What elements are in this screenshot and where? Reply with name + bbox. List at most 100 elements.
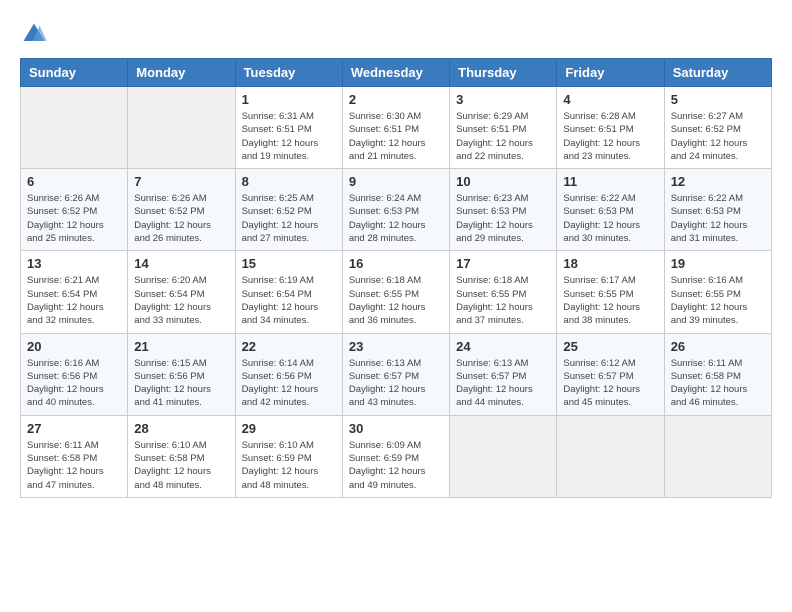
day-number: 24 [456, 339, 550, 354]
calendar-day-cell: 10Sunrise: 6:23 AM Sunset: 6:53 PM Dayli… [450, 169, 557, 251]
calendar-day-cell: 23 Sunrise: 6:13 AM Sunset: 6:57 PM Dayli… [342, 333, 449, 415]
day-info: Sunrise: 6:15 AM Sunset: 6:56 PM Dayligh… [134, 357, 228, 410]
calendar-day-cell: 7 Sunrise: 6:26 AM Sunset: 6:52 PM Daylig… [128, 169, 235, 251]
day-number: 26 [671, 339, 765, 354]
logo-icon [20, 20, 48, 48]
day-number: 7 [134, 174, 228, 189]
day-number: 13 [27, 256, 121, 271]
day-info: Sunrise: 6:17 AM Sunset: 6:55 PM Dayligh… [563, 274, 657, 327]
page-header [20, 20, 772, 48]
calendar-weekday-sunday: Sunday [21, 59, 128, 87]
day-number: 4 [563, 92, 657, 107]
calendar-day-cell: 21Sunrise: 6:15 AM Sunset: 6:56 PM Dayli… [128, 333, 235, 415]
day-info: Sunrise: 6:28 AM Sunset: 6:51 PM Dayligh… [563, 110, 657, 163]
calendar-day-cell: 22Sunrise: 6:14 AM Sunset: 6:56 PM Dayli… [235, 333, 342, 415]
day-info: Sunrise: 6:13 AM Sunset: 6:57 PM Dayligh… [456, 357, 550, 410]
calendar-day-cell: 6Sunrise: 6:26 AM Sunset: 6:52 PM Daylig… [21, 169, 128, 251]
calendar-week-row: 27 Sunrise: 6:11 AM Sunset: 6:58 PM Dayli… [21, 415, 772, 497]
day-info: Sunrise: 6:19 AM Sunset: 6:54 PM Dayligh… [242, 274, 336, 327]
calendar-day-cell: 5 Sunrise: 6:27 AM Sunset: 6:52 PM Daylig… [664, 87, 771, 169]
day-number: 14 [134, 256, 228, 271]
calendar-day-cell: 17 Sunrise: 6:18 AM Sunset: 6:55 PM Dayli… [450, 251, 557, 333]
day-number: 5 [671, 92, 765, 107]
calendar-day-cell: 28Sunrise: 6:10 AM Sunset: 6:58 PM Dayli… [128, 415, 235, 497]
calendar-day-cell: 1Sunrise: 6:31 AM Sunset: 6:51 PM Daylig… [235, 87, 342, 169]
calendar-week-row: 13 Sunrise: 6:21 AM Sunset: 6:54 PM Dayli… [21, 251, 772, 333]
day-number: 16 [349, 256, 443, 271]
calendar-header-row: SundayMondayTuesdayWednesdayThursdayFrid… [21, 59, 772, 87]
day-number: 18 [563, 256, 657, 271]
day-number: 9 [349, 174, 443, 189]
day-info: Sunrise: 6:23 AM Sunset: 6:53 PM Dayligh… [456, 192, 550, 245]
calendar-day-cell: 9 Sunrise: 6:24 AM Sunset: 6:53 PM Daylig… [342, 169, 449, 251]
day-number: 12 [671, 174, 765, 189]
day-number: 8 [242, 174, 336, 189]
calendar-day-cell: 4 Sunrise: 6:28 AM Sunset: 6:51 PM Daylig… [557, 87, 664, 169]
day-number: 11 [563, 174, 657, 189]
day-info: Sunrise: 6:25 AM Sunset: 6:52 PM Dayligh… [242, 192, 336, 245]
day-number: 17 [456, 256, 550, 271]
day-number: 2 [349, 92, 443, 107]
calendar-day-cell: 19 Sunrise: 6:16 AM Sunset: 6:55 PM Dayli… [664, 251, 771, 333]
calendar-day-cell: 2 Sunrise: 6:30 AM Sunset: 6:51 PM Daylig… [342, 87, 449, 169]
calendar-weekday-tuesday: Tuesday [235, 59, 342, 87]
day-info: Sunrise: 6:21 AM Sunset: 6:54 PM Dayligh… [27, 274, 121, 327]
calendar-weekday-thursday: Thursday [450, 59, 557, 87]
day-info: Sunrise: 6:24 AM Sunset: 6:53 PM Dayligh… [349, 192, 443, 245]
day-number: 15 [242, 256, 336, 271]
calendar-day-cell: 27 Sunrise: 6:11 AM Sunset: 6:58 PM Dayli… [21, 415, 128, 497]
calendar-day-cell: 20 Sunrise: 6:16 AM Sunset: 6:56 PM Dayli… [21, 333, 128, 415]
calendar-week-row: 6Sunrise: 6:26 AM Sunset: 6:52 PM Daylig… [21, 169, 772, 251]
calendar-day-cell [557, 415, 664, 497]
calendar-weekday-monday: Monday [128, 59, 235, 87]
day-info: Sunrise: 6:27 AM Sunset: 6:52 PM Dayligh… [671, 110, 765, 163]
day-info: Sunrise: 6:29 AM Sunset: 6:51 PM Dayligh… [456, 110, 550, 163]
day-number: 19 [671, 256, 765, 271]
day-number: 1 [242, 92, 336, 107]
day-info: Sunrise: 6:30 AM Sunset: 6:51 PM Dayligh… [349, 110, 443, 163]
day-info: Sunrise: 6:22 AM Sunset: 6:53 PM Dayligh… [563, 192, 657, 245]
day-info: Sunrise: 6:13 AM Sunset: 6:57 PM Dayligh… [349, 357, 443, 410]
day-number: 3 [456, 92, 550, 107]
calendar-day-cell: 15 Sunrise: 6:19 AM Sunset: 6:54 PM Dayli… [235, 251, 342, 333]
calendar-day-cell [128, 87, 235, 169]
logo [20, 20, 52, 48]
calendar-day-cell: 18 Sunrise: 6:17 AM Sunset: 6:55 PM Dayli… [557, 251, 664, 333]
calendar-day-cell: 24 Sunrise: 6:13 AM Sunset: 6:57 PM Dayli… [450, 333, 557, 415]
calendar-day-cell: 26 Sunrise: 6:11 AM Sunset: 6:58 PM Dayli… [664, 333, 771, 415]
calendar-weekday-friday: Friday [557, 59, 664, 87]
day-info: Sunrise: 6:22 AM Sunset: 6:53 PM Dayligh… [671, 192, 765, 245]
day-number: 27 [27, 421, 121, 436]
day-info: Sunrise: 6:11 AM Sunset: 6:58 PM Dayligh… [671, 357, 765, 410]
calendar-weekday-saturday: Saturday [664, 59, 771, 87]
calendar-day-cell: 13 Sunrise: 6:21 AM Sunset: 6:54 PM Dayli… [21, 251, 128, 333]
day-number: 23 [349, 339, 443, 354]
calendar-day-cell [450, 415, 557, 497]
day-info: Sunrise: 6:16 AM Sunset: 6:55 PM Dayligh… [671, 274, 765, 327]
day-info: Sunrise: 6:12 AM Sunset: 6:57 PM Dayligh… [563, 357, 657, 410]
day-number: 30 [349, 421, 443, 436]
calendar-week-row: 1Sunrise: 6:31 AM Sunset: 6:51 PM Daylig… [21, 87, 772, 169]
calendar-day-cell: 11 Sunrise: 6:22 AM Sunset: 6:53 PM Dayli… [557, 169, 664, 251]
calendar-table: SundayMondayTuesdayWednesdayThursdayFrid… [20, 58, 772, 498]
day-number: 25 [563, 339, 657, 354]
day-info: Sunrise: 6:11 AM Sunset: 6:58 PM Dayligh… [27, 439, 121, 492]
day-info: Sunrise: 6:09 AM Sunset: 6:59 PM Dayligh… [349, 439, 443, 492]
day-info: Sunrise: 6:18 AM Sunset: 6:55 PM Dayligh… [456, 274, 550, 327]
calendar-day-cell: 12 Sunrise: 6:22 AM Sunset: 6:53 PM Dayli… [664, 169, 771, 251]
day-number: 29 [242, 421, 336, 436]
day-info: Sunrise: 6:16 AM Sunset: 6:56 PM Dayligh… [27, 357, 121, 410]
day-number: 28 [134, 421, 228, 436]
calendar-day-cell: 29Sunrise: 6:10 AM Sunset: 6:59 PM Dayli… [235, 415, 342, 497]
calendar-day-cell: 14 Sunrise: 6:20 AM Sunset: 6:54 PM Dayli… [128, 251, 235, 333]
calendar-week-row: 20 Sunrise: 6:16 AM Sunset: 6:56 PM Dayli… [21, 333, 772, 415]
day-info: Sunrise: 6:20 AM Sunset: 6:54 PM Dayligh… [134, 274, 228, 327]
calendar-day-cell: 8 Sunrise: 6:25 AM Sunset: 6:52 PM Daylig… [235, 169, 342, 251]
day-info: Sunrise: 6:26 AM Sunset: 6:52 PM Dayligh… [134, 192, 228, 245]
calendar-day-cell: 3 Sunrise: 6:29 AM Sunset: 6:51 PM Daylig… [450, 87, 557, 169]
day-number: 20 [27, 339, 121, 354]
calendar-weekday-wednesday: Wednesday [342, 59, 449, 87]
calendar-day-cell: 16Sunrise: 6:18 AM Sunset: 6:55 PM Dayli… [342, 251, 449, 333]
calendar-day-cell: 30 Sunrise: 6:09 AM Sunset: 6:59 PM Dayli… [342, 415, 449, 497]
calendar-day-cell [664, 415, 771, 497]
